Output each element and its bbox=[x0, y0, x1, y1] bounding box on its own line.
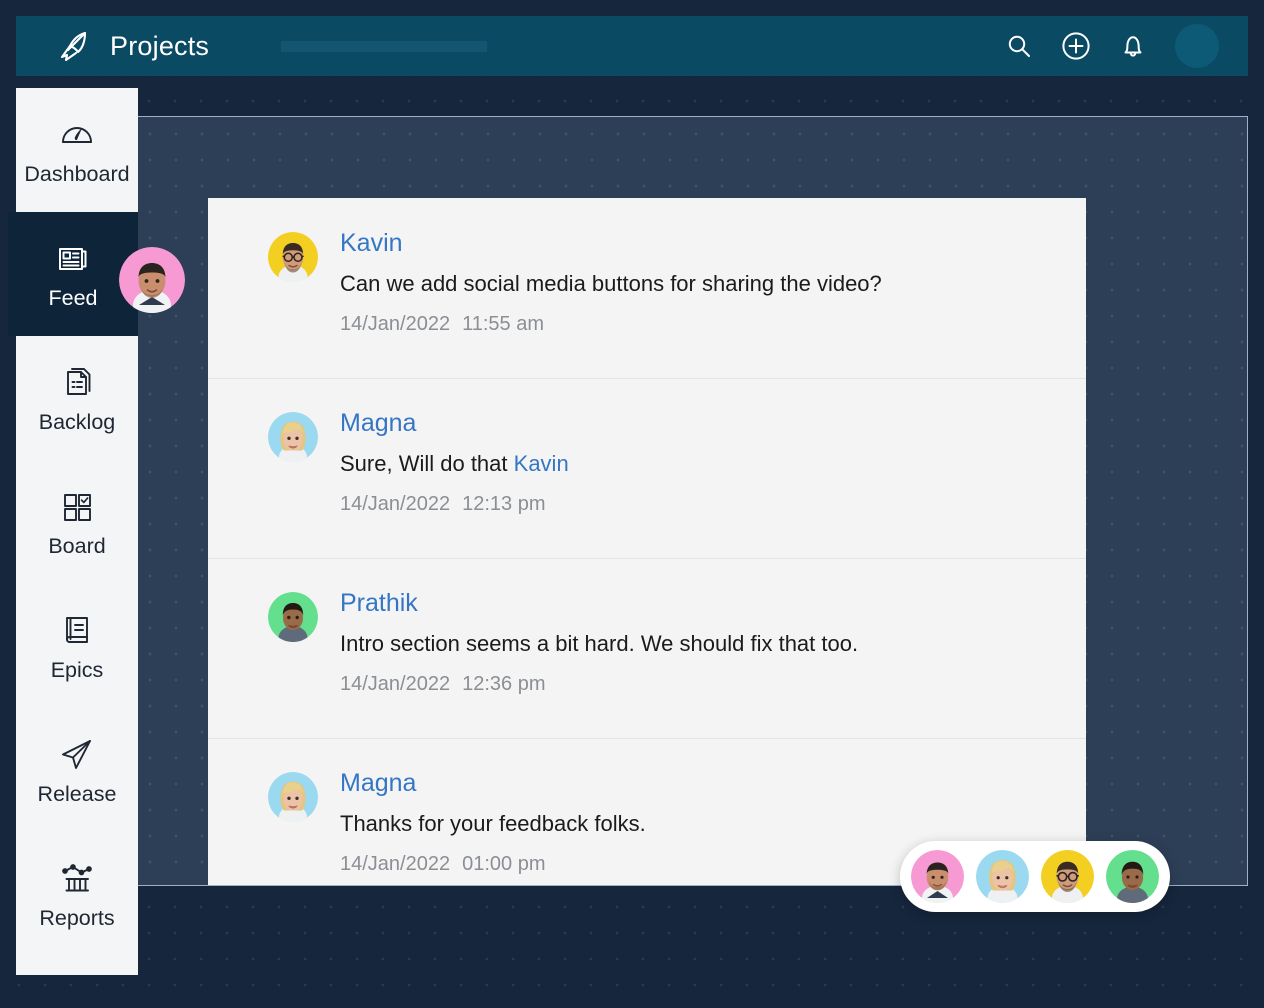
search-icon[interactable] bbox=[1004, 31, 1034, 61]
sidebar-item-label: Backlog bbox=[38, 409, 116, 434]
header-search-field[interactable] bbox=[281, 40, 488, 52]
sidebar-item-label: Board bbox=[48, 533, 106, 558]
paper-plane-icon bbox=[57, 735, 97, 775]
post-avatar bbox=[268, 232, 318, 282]
sidebar-item-reports[interactable]: Reports bbox=[16, 832, 138, 956]
post-timestamp: 14/Jan/2022 01:00 pm bbox=[340, 853, 646, 876]
post-body: Magna Sure, Will do that Kavin 14/Jan/20… bbox=[340, 404, 569, 558]
post-time: 01:00 pm bbox=[462, 852, 546, 875]
pill-avatar-member-3[interactable] bbox=[1041, 850, 1094, 903]
sidebar-item-label: Reports bbox=[39, 905, 115, 930]
post-text: Intro section seems a bit hard. We shoul… bbox=[340, 631, 859, 657]
post-avatar bbox=[268, 592, 318, 642]
post-author[interactable]: Magna bbox=[340, 768, 646, 799]
post-time: 12:36 pm bbox=[462, 672, 546, 695]
sidebar-item-backlog[interactable]: Backlog bbox=[16, 336, 138, 460]
post-author[interactable]: Prathik bbox=[340, 588, 858, 619]
post-text: Can we add social media buttons for shar… bbox=[340, 271, 882, 297]
pill-avatar-member-4[interactable] bbox=[1106, 850, 1159, 903]
post-author[interactable]: Kavin bbox=[340, 228, 882, 259]
feed-post[interactable]: Prathik Intro section seems a bit hard. … bbox=[208, 558, 1086, 738]
sidebar-item-label: Feed bbox=[48, 285, 98, 310]
page-title: Projects bbox=[110, 30, 210, 61]
pill-avatar-member-2[interactable] bbox=[976, 850, 1029, 903]
post-timestamp: 14/Jan/2022 11:55 am bbox=[340, 313, 882, 336]
sidebar: Dashboard Backlog Board Epics Release Re… bbox=[8, 88, 138, 975]
sidebar-item-epics[interactable]: Epics bbox=[16, 584, 138, 708]
header-actions bbox=[1004, 24, 1219, 68]
avatar[interactable] bbox=[1175, 24, 1219, 68]
bell-icon[interactable] bbox=[1118, 31, 1148, 61]
post-date: 14/Jan/2022 bbox=[340, 672, 451, 695]
grid-check-icon bbox=[57, 487, 97, 527]
sidebar-item-label: Release bbox=[37, 781, 117, 806]
pill-avatar-member-1[interactable] bbox=[911, 850, 964, 903]
post-text: Thanks for your feedback folks. bbox=[340, 811, 646, 837]
post-avatar bbox=[268, 772, 318, 822]
speedometer-icon bbox=[57, 115, 97, 155]
sidebar-item-board[interactable]: Board bbox=[16, 460, 138, 584]
bar-chart-icon bbox=[57, 859, 97, 899]
feed-list: Kavin Can we add social media buttons fo… bbox=[208, 198, 1086, 885]
app-root: Projects Dashboard Backlog Board Epics R… bbox=[0, 0, 1264, 1008]
post-mention[interactable]: Kavin bbox=[514, 451, 569, 476]
post-body: Prathik Intro section seems a bit hard. … bbox=[340, 584, 858, 738]
post-author[interactable]: Magna bbox=[340, 408, 569, 439]
post-avatar bbox=[268, 412, 318, 462]
news-article-icon bbox=[53, 239, 93, 279]
top-header-bar: Projects bbox=[16, 16, 1248, 76]
post-text: Sure, Will do that Kavin bbox=[340, 450, 569, 479]
post-date: 14/Jan/2022 bbox=[340, 852, 451, 875]
post-body: Kavin Can we add social media buttons fo… bbox=[340, 224, 882, 378]
feed-post[interactable]: Magna Sure, Will do that Kavin 14/Jan/20… bbox=[208, 378, 1086, 558]
rocket-icon[interactable] bbox=[52, 25, 94, 67]
post-timestamp: 14/Jan/2022 12:36 pm bbox=[340, 673, 858, 696]
post-text-segment: Sure, Will do that bbox=[340, 451, 514, 477]
member-avatar-pill bbox=[900, 841, 1170, 912]
sidebar-item-release[interactable]: Release bbox=[16, 708, 138, 832]
documents-icon bbox=[57, 363, 97, 403]
sidebar-item-label: Dashboard bbox=[24, 161, 130, 186]
sidebar-item-dashboard[interactable]: Dashboard bbox=[16, 88, 138, 212]
book-icon bbox=[57, 611, 97, 651]
post-time: 12:13 pm bbox=[462, 492, 546, 515]
post-body: Magna Thanks for your feedback folks. 14… bbox=[340, 764, 646, 885]
post-date: 14/Jan/2022 bbox=[340, 492, 451, 515]
sidebar-item-label: Epics bbox=[50, 657, 104, 682]
plus-circle-icon[interactable] bbox=[1061, 31, 1091, 61]
feed-post[interactable]: Kavin Can we add social media buttons fo… bbox=[208, 198, 1086, 378]
post-timestamp: 14/Jan/2022 12:13 pm bbox=[340, 493, 569, 516]
post-time: 11:55 am bbox=[462, 312, 545, 335]
post-date: 14/Jan/2022 bbox=[340, 312, 451, 335]
feed-member-avatar[interactable] bbox=[119, 247, 185, 313]
